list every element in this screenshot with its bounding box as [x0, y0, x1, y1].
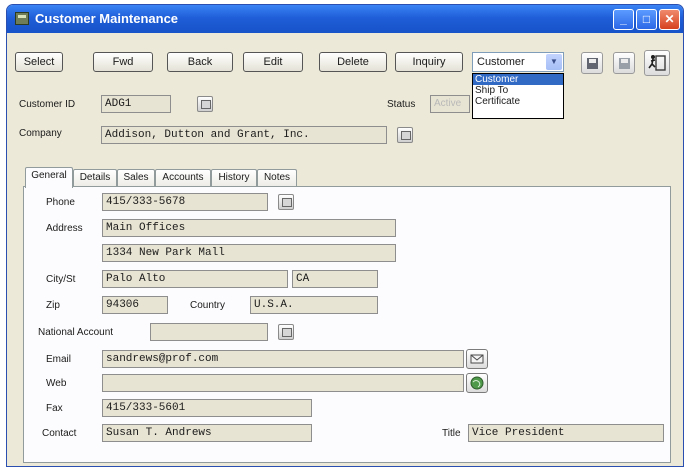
- web-label: Web: [46, 378, 67, 389]
- national-account-field[interactable]: [150, 323, 268, 341]
- save-button[interactable]: [581, 52, 603, 74]
- email-icon: [470, 354, 484, 364]
- inquiry-button[interactable]: Inquiry: [395, 52, 463, 72]
- exit-icon: [648, 55, 666, 71]
- window-title: Customer Maintenance: [35, 11, 179, 26]
- record-type-select[interactable]: Customer ▼: [472, 52, 564, 72]
- country-field[interactable]: U.S.A.: [250, 296, 378, 314]
- city-field[interactable]: Palo Alto: [102, 270, 288, 288]
- save-icon: [587, 58, 598, 69]
- address-line1-field[interactable]: Main Offices: [102, 219, 396, 237]
- zip-field[interactable]: 94306: [102, 296, 168, 314]
- email-button[interactable]: [466, 349, 488, 369]
- customer-id-field[interactable]: ADG1: [101, 95, 171, 113]
- email-label: Email: [46, 354, 72, 365]
- phone-field[interactable]: 415/333-5678: [102, 193, 268, 211]
- company-field[interactable]: Addison, Dutton and Grant, Inc.: [101, 126, 387, 144]
- title-label: Title: [442, 428, 461, 439]
- fwd-button[interactable]: Fwd: [93, 52, 153, 72]
- delete-button[interactable]: Delete: [319, 52, 387, 72]
- address-line2-field[interactable]: 1334 New Park Mall: [102, 244, 396, 262]
- contact-field[interactable]: Susan T. Andrews: [102, 424, 312, 442]
- option-certificate[interactable]: Certificate: [473, 96, 563, 107]
- tab-notes[interactable]: Notes: [257, 169, 297, 187]
- tab-details[interactable]: Details: [73, 169, 117, 187]
- phone-label: Phone: [46, 197, 75, 208]
- maximize-button[interactable]: □: [636, 9, 657, 30]
- record-type-value: Customer: [477, 56, 525, 68]
- email-field[interactable]: sandrews@prof.com: [102, 350, 464, 368]
- back-button[interactable]: Back: [167, 52, 233, 72]
- general-panel: Phone 415/333-5678 Address Main Offices …: [23, 186, 671, 463]
- lookup-icon[interactable]: [397, 127, 413, 143]
- record-type-dropdown: Customer Ship To Certificate: [472, 73, 564, 119]
- title-field[interactable]: Vice President: [468, 424, 664, 442]
- title-bar[interactable]: Customer Maintenance _ □ ✕: [7, 5, 683, 33]
- customer-maintenance-window: Customer Maintenance _ □ ✕ Select Fwd Ba…: [6, 4, 684, 467]
- tab-general[interactable]: General: [25, 167, 73, 188]
- company-label: Company: [19, 128, 62, 139]
- customer-id-label: Customer ID: [19, 99, 76, 110]
- close-button[interactable]: ✕: [659, 9, 680, 30]
- lookup-icon[interactable]: [278, 194, 294, 210]
- tab-sales[interactable]: Sales: [117, 169, 155, 187]
- address-label: Address: [46, 223, 83, 234]
- chevron-down-icon[interactable]: ▼: [546, 54, 562, 70]
- web-icon: [470, 376, 484, 390]
- save-disabled-icon: [619, 58, 630, 69]
- minimize-button[interactable]: _: [613, 9, 634, 30]
- status-label: Status: [387, 99, 416, 110]
- fax-label: Fax: [46, 403, 63, 414]
- national-account-label: National Account: [38, 327, 114, 338]
- option-customer[interactable]: Customer: [473, 74, 563, 85]
- contact-label: Contact: [42, 428, 77, 439]
- tab-accounts[interactable]: Accounts: [155, 169, 211, 187]
- app-icon: [15, 12, 29, 25]
- exit-button[interactable]: [644, 50, 670, 76]
- tab-history[interactable]: History: [211, 169, 257, 187]
- state-field[interactable]: CA: [292, 270, 378, 288]
- option-ship-to[interactable]: Ship To: [473, 85, 563, 96]
- lookup-icon[interactable]: [278, 324, 294, 340]
- select-button[interactable]: Select: [15, 52, 63, 72]
- zip-label: Zip: [46, 300, 60, 311]
- web-field[interactable]: [102, 374, 464, 392]
- city-state-label: City/St: [46, 274, 76, 285]
- web-button[interactable]: [466, 373, 488, 393]
- lookup-icon[interactable]: [197, 96, 213, 112]
- status-field: Active: [430, 95, 470, 113]
- edit-button[interactable]: Edit: [243, 52, 303, 72]
- country-label: Country: [190, 300, 226, 311]
- save-disabled-button: [613, 52, 635, 74]
- fax-field[interactable]: 415/333-5601: [102, 399, 312, 417]
